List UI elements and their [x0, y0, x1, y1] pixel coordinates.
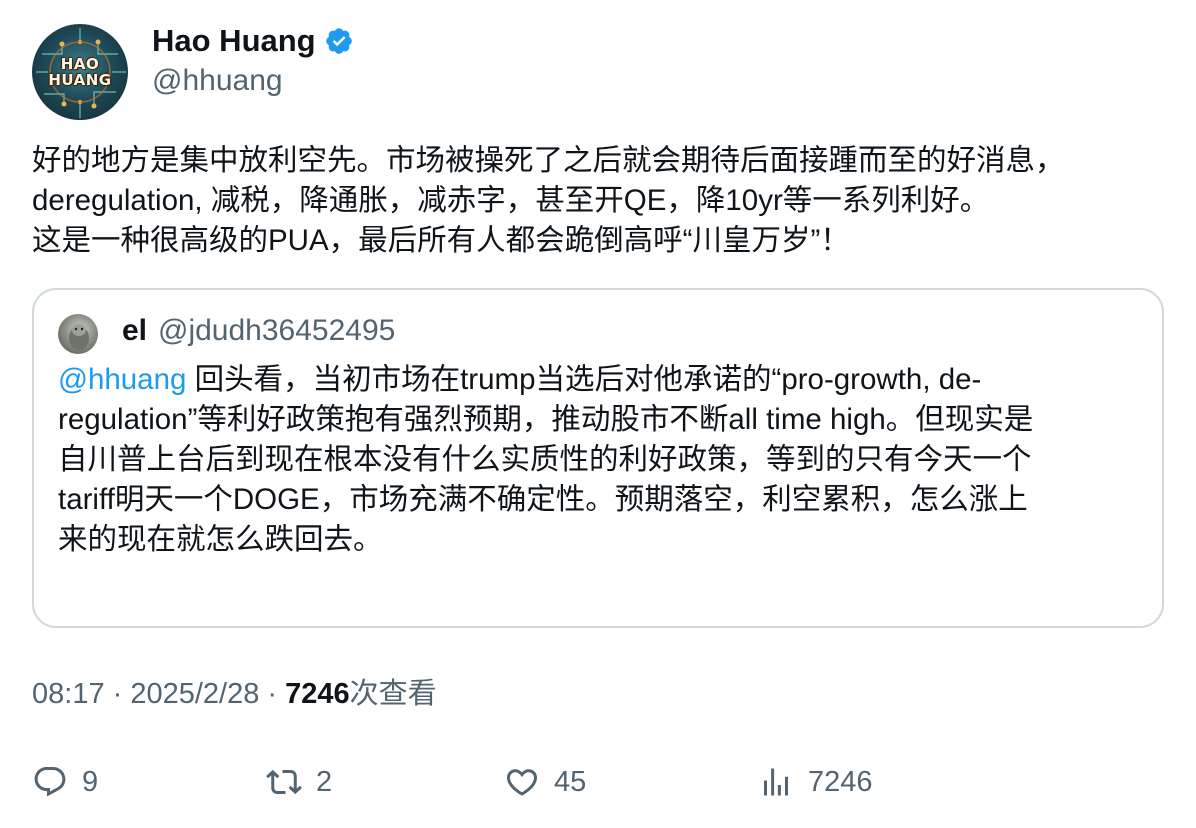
retweet-icon: [266, 769, 302, 795]
views-count: 7246: [285, 678, 350, 710]
views-button[interactable]: 7246: [758, 762, 873, 802]
meta-separator: ·: [259, 678, 286, 710]
author-name-text: Hao Huang: [152, 23, 316, 58]
author-avatar[interactable]: HAO HUANG: [32, 24, 128, 120]
quoted-author-name[interactable]: el: [122, 312, 147, 350]
views-label: 次查看: [349, 678, 437, 710]
quoted-tweet-card[interactable]: el @jdudh36452495 @hhuang 回头看，当初市场在trump…: [32, 288, 1164, 628]
tweet-date[interactable]: 2025/2/28: [130, 678, 259, 710]
retweet-count: 2: [316, 765, 333, 798]
tweet-text: 好的地方是集中放利空先。市场被操死了之后就会期待后面接踵而至的好消息， dere…: [32, 144, 1065, 257]
views-icon: [764, 768, 788, 796]
author-display-name[interactable]: Hao Huang: [152, 22, 354, 60]
avatar-photo: [69, 324, 89, 350]
reply-count: 9: [82, 765, 99, 798]
like-icon: [506, 769, 538, 796]
meta-separator: ·: [104, 678, 131, 710]
retweet-button[interactable]: 2: [266, 762, 332, 802]
quoted-text-body: 回头看，当初市场在trump当选后对他承诺的“pro-growth, de- r…: [58, 363, 1034, 556]
author-handle[interactable]: @hhuang: [152, 62, 283, 100]
avatar-logo-text: HAO HUANG: [48, 55, 112, 89]
reply-button[interactable]: 9: [32, 762, 98, 802]
like-button[interactable]: 45: [504, 762, 586, 802]
quoted-author-avatar[interactable]: [58, 314, 98, 354]
verified-badge-icon: [325, 28, 352, 54]
like-count: 45: [554, 765, 587, 798]
quoted-tweet-text: @hhuang 回头看，当初市场在trump当选后对他承诺的“pro-growt…: [58, 360, 1148, 560]
tweet-time[interactable]: 08:17: [32, 678, 105, 710]
views-action-count: 7246: [808, 765, 873, 798]
quoted-author-handle[interactable]: @jdudh36452495: [158, 312, 395, 350]
reply-icon: [34, 767, 66, 797]
tweet-meta: 08:17 · 2025/2/28 · 7246次查看: [32, 674, 437, 714]
mention-link[interactable]: @hhuang: [58, 363, 186, 396]
